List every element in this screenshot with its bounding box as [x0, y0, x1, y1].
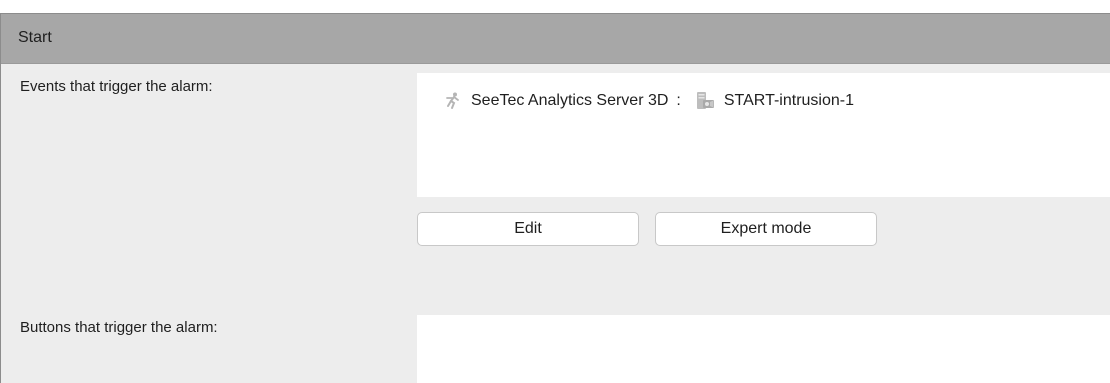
- events-list: SeeTec Analytics Server 3D : START-intru…: [417, 73, 1110, 197]
- buttons-list: [417, 315, 1110, 383]
- server-camera-icon: [695, 91, 715, 111]
- buttons-label: Buttons that trigger the alarm:: [20, 319, 218, 336]
- running-person-icon: [443, 92, 461, 110]
- edit-button[interactable]: Edit: [417, 212, 639, 246]
- event-separator: :: [676, 92, 681, 109]
- event-item[interactable]: SeeTec Analytics Server 3D : START-intru…: [443, 89, 854, 113]
- events-label: Events that trigger the alarm:: [20, 78, 213, 95]
- expert-mode-button[interactable]: Expert mode: [655, 212, 877, 246]
- event-source: SeeTec Analytics Server 3D: [471, 92, 669, 109]
- section-header: Start: [1, 14, 1110, 64]
- alarm-start-panel: Start Events that trigger the alarm: See…: [0, 13, 1110, 383]
- section-title: Start: [18, 29, 52, 46]
- event-name: START-intrusion-1: [723, 92, 854, 109]
